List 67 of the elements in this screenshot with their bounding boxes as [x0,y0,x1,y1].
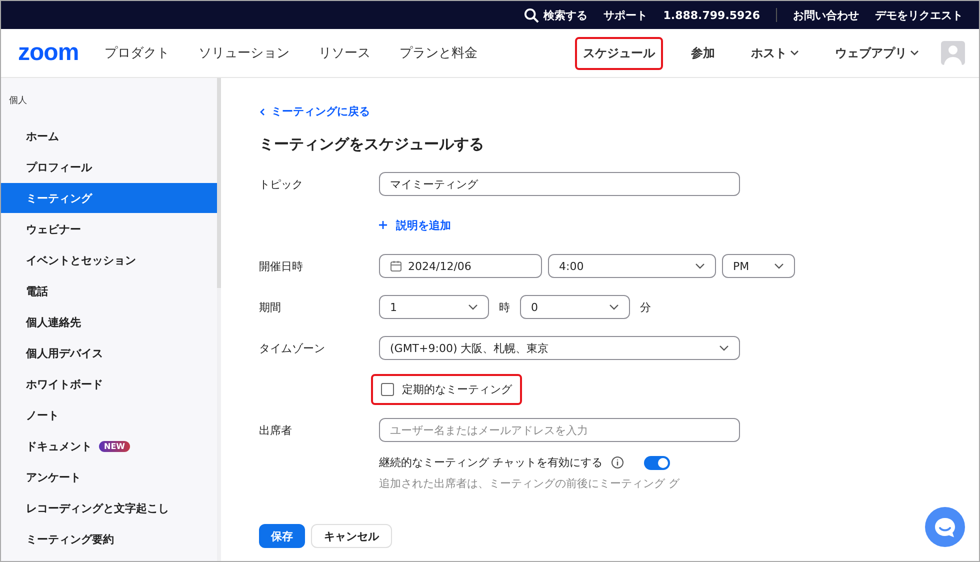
sidebar-item[interactable]: 個人用デバイス [1,338,217,368]
sidebar-item[interactable]: ミーティング要約 [1,524,217,554]
hours-dropdown[interactable]: 1 [379,295,489,319]
nav-link[interactable]: リソース [318,44,371,62]
top-link[interactable]: 1.888.799.5926 [663,8,760,22]
field-label: トピック [259,176,304,192]
logo[interactable]: zoom [18,39,79,67]
unit-label: 分 [640,300,651,314]
attendees-field[interactable]: ユーザー名またはメールアドレスを入力 [379,418,740,442]
ampm-dropdown[interactable]: PM [722,254,795,278]
sidebar-item[interactable]: イベントとセッション [1,245,217,275]
chevron-down-icon [468,304,478,310]
top-link[interactable]: お問い合わせ [793,8,859,22]
plus-icon [379,221,387,229]
chevron-down-icon [719,345,729,351]
calendar-icon [390,260,402,272]
page-title: ミーティングをスケジュールする [259,135,485,154]
sidebar-item[interactable]: レコーディングと文字起こし [1,493,217,523]
sidebar-item[interactable]: ウェビナー [1,214,217,244]
info-icon [610,456,624,469]
top-link[interactable]: デモをリクエスト [875,8,963,22]
sidebar-item[interactable]: ホワイトボード [1,369,217,399]
timezone-dropdown[interactable]: (GMT+9:00) 大阪、札幌、東京 [379,336,740,360]
chevron-left-icon [259,108,265,116]
nav-link[interactable]: プランと料金 [400,44,478,62]
chat-toggle[interactable] [644,456,670,470]
header-link[interactable]: スケジュール [575,36,663,70]
add-description-link[interactable]: 説明を追加 [379,218,451,232]
help-text: 追加された出席者は、ミーティングの前後にミーティング グ [379,476,680,491]
header-link[interactable]: 参加 [683,36,723,70]
sidebar-item[interactable]: ミーティング [1,183,217,213]
search-icon [524,8,540,22]
chevron-icon [910,50,919,56]
field-label: 期間 [259,300,282,314]
sidebar-item[interactable]: ドキュメント NEW [1,431,217,461]
date-field[interactable]: 2024/12/06 [379,254,542,278]
sidebar-item[interactable]: ホーム [1,121,217,151]
new-badge: NEW [99,440,130,452]
chat-bubble-icon[interactable] [925,507,965,547]
option-label: 継続的なミーティング チャットを有効にする [379,455,602,470]
sidebar-item[interactable]: 個人連絡先 [1,307,217,337]
topic-field[interactable]: マイミーティング [379,172,740,196]
sidebar-item[interactable]: プロフィール [1,152,217,182]
nav-link[interactable]: ソリューション [198,44,290,62]
sidebar-item[interactable]: ノート [1,400,217,430]
unit-label: 時 [499,300,510,314]
field-label: 開催日時 [259,258,304,274]
field-label: タイムゾーン [259,340,326,356]
sidebar-item[interactable]: アンケート [1,462,217,492]
back-link[interactable]: ミーティングに戻る [259,104,370,119]
chevron-down-icon [695,263,705,269]
cancel-button[interactable]: キャンセル [311,524,392,548]
chevron-down-icon [774,263,784,269]
recurring-checkbox[interactable]: 定期的なミーティング [371,374,522,404]
sidebar-item[interactable]: 電話 [1,276,217,306]
minutes-dropdown[interactable]: 0 [520,295,630,319]
header-link[interactable]: ホスト [743,36,807,70]
header-link[interactable]: ウェブアプリ [827,36,927,70]
chevron-icon [790,50,799,56]
search-link[interactable]: 検索する [524,8,588,22]
save-button[interactable]: 保存 [259,524,305,548]
chevron-down-icon [609,304,619,310]
nav-link[interactable]: プロダクト [104,44,170,62]
time-dropdown[interactable]: 4:00 [548,254,716,278]
top-link[interactable]: サポート [603,8,648,22]
field-label: 出席者 [259,422,293,438]
section-label: 個人 [8,94,28,107]
